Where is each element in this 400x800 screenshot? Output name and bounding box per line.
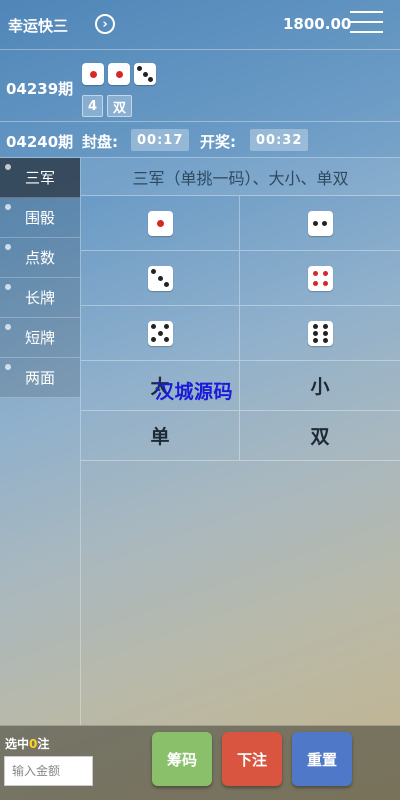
last-draw-parity: 双 [107,95,133,117]
sidebar-item-label: 短牌 [24,329,55,347]
menu-icon[interactable] [350,11,383,35]
selected-suffix: 注 [37,737,50,751]
close-countdown: 00:17 [131,129,190,151]
sidebar-item-label: 两面 [24,369,55,387]
next-draw-row: 04240期 封盘: 00:17 开奖: 00:32 [0,122,400,158]
die-pip [115,70,123,78]
die-face-6-icon [307,320,333,346]
die-pip [312,337,318,343]
die-pip [157,330,163,336]
die-pip [313,220,318,226]
bet-option-odd[interactable]: 单 [81,411,240,461]
die-pip [322,330,328,336]
die-pip [137,66,142,71]
switch-game-icon[interactable]: › [95,14,115,34]
bet-option-label: 双 [310,426,330,448]
die-pip [322,323,328,329]
bet-option-die-1[interactable] [81,196,240,251]
last-draw-die-2-icon [108,63,130,85]
last-draw-die-1-icon [82,63,104,85]
bet-option-die-3[interactable] [81,251,240,306]
die-pip [151,269,157,275]
die-pip [312,270,318,276]
amount-input[interactable] [4,756,93,786]
bet-option-die-5[interactable] [81,306,240,361]
die-pip [89,70,97,78]
next-issue-number: 04240期 [6,133,74,151]
open-label: 开奖: [200,133,236,151]
die-pip [148,77,153,82]
open-countdown: 00:32 [250,129,309,151]
last-draw-dice [82,63,156,85]
bet-option-die-6[interactable] [240,306,400,361]
die-pip [156,219,164,227]
last-issue-number: 04239期 [6,80,74,98]
die-pip [312,330,318,336]
sidebar-item-dianshu[interactable]: 点数 [0,238,80,278]
sidebar-item-weishai[interactable]: 围骰 [0,198,80,238]
die-face-4-icon [307,265,333,291]
die-pip [142,71,148,77]
chips-button[interactable]: 筹码 [152,732,212,786]
close-label: 封盘: [82,133,118,151]
watermark-text: 汉城源码 [155,381,234,403]
bet-option-die-2[interactable] [240,196,400,251]
bet-category-sidebar: 三军 围骰 点数 长牌 短牌 两面 [0,158,80,398]
die-pip [163,336,169,342]
account-balance: 1800.00 [283,15,352,33]
die-pip [312,280,318,286]
bet-option-die-4[interactable] [240,251,400,306]
game-name: 幸运快三 [8,17,69,35]
sidebar-item-liangmian[interactable]: 两面 [0,358,80,398]
header-bar: 幸运快三 › 1800.00 [0,0,400,50]
die-pip [322,220,327,226]
selected-count: 选中0注 [5,735,49,752]
reset-button[interactable]: 重置 [292,732,352,786]
sidebar-item-label: 围骰 [24,209,55,227]
bet-option-even[interactable]: 双 [240,411,400,461]
die-pip [157,275,163,281]
die-pip [163,281,169,287]
die-pip [151,336,157,342]
die-pip [322,337,328,343]
sidebar-item-label: 三军 [24,169,55,187]
bet-option-label: 小 [310,376,330,398]
sidebar-item-label: 点数 [24,249,55,267]
die-pip [151,324,157,330]
bet-footer: 选中0注 筹码 下注 重置 [0,725,400,800]
sidebar-item-changpai[interactable]: 长牌 [0,278,80,318]
die-pip [322,270,328,276]
die-pip [163,324,169,330]
die-face-5-icon [147,320,173,346]
die-pip [322,280,328,286]
die-face-1-icon [147,210,173,236]
sidebar-item-label: 长牌 [24,289,55,307]
die-face-3-icon [147,265,173,291]
place-bet-button[interactable]: 下注 [222,732,282,786]
die-pip [312,323,318,329]
selected-prefix: 选中 [5,737,30,751]
die-face-2-icon [307,210,333,236]
bet-option-small[interactable]: 小 [240,361,400,411]
bet-section-title: 三军（单挑一码）、大小、单双 [81,158,400,196]
sidebar-item-duanpai[interactable]: 短牌 [0,318,80,358]
last-draw-sum: 4 [82,95,104,117]
last-draw-die-3-icon [134,63,156,85]
bet-option-label: 单 [150,426,170,448]
sidebar-item-sanjun[interactable]: 三军 [0,158,80,198]
last-draw-row: 04239期 4 双 [0,50,400,122]
